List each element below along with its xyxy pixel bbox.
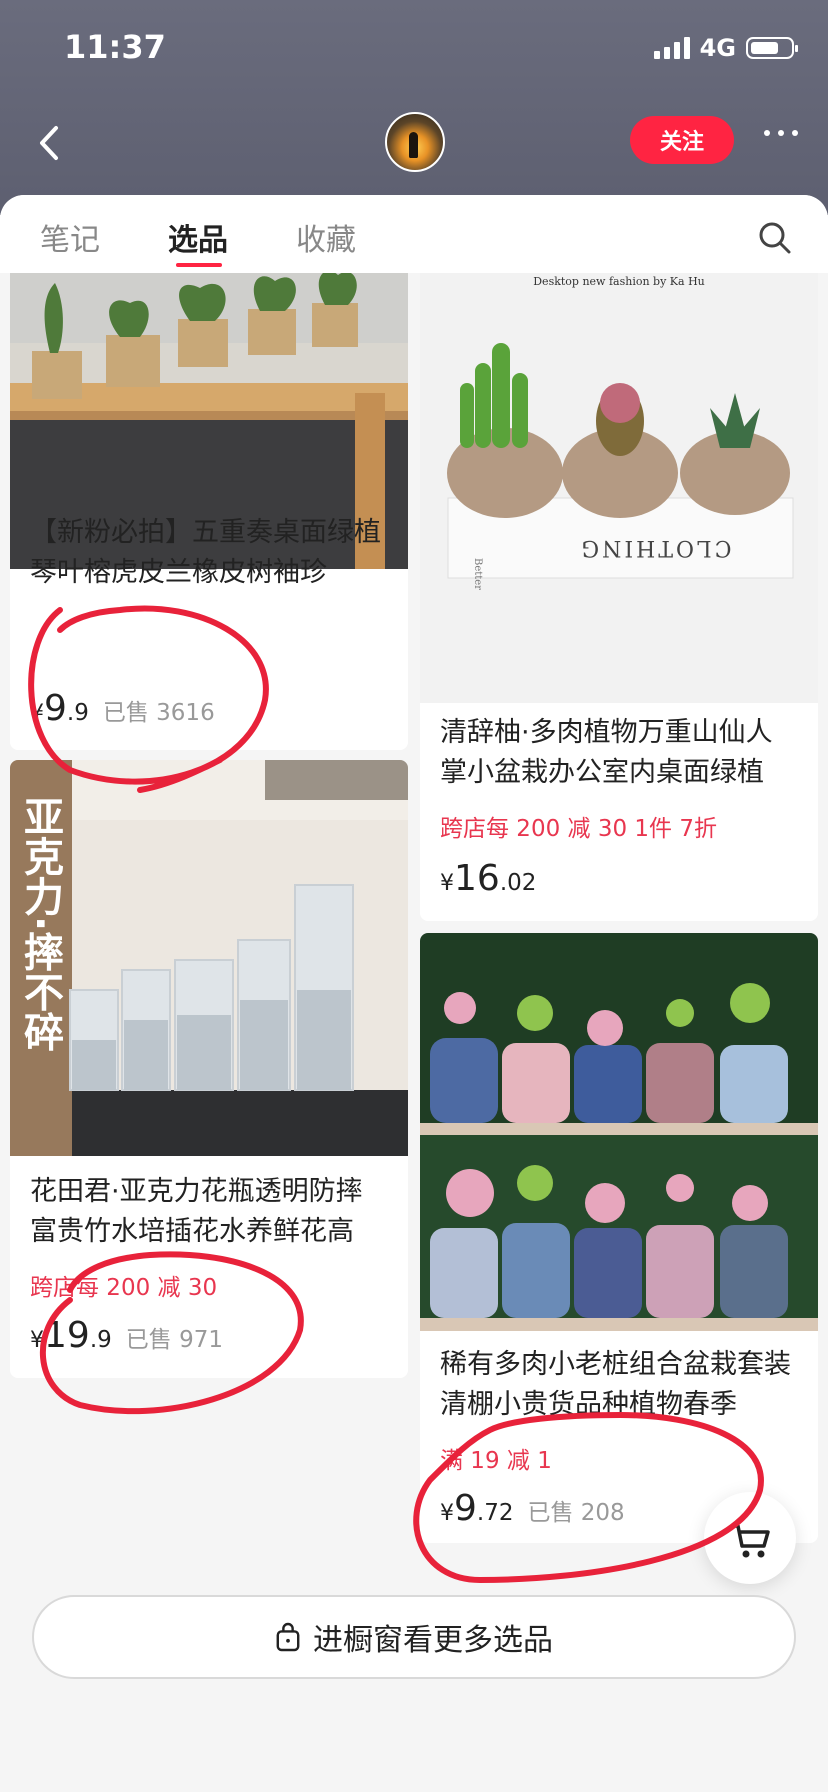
price-row: ¥ 16 .02 — [440, 858, 536, 899]
shopping-bag-icon — [276, 1622, 300, 1652]
price-integer: 19 — [44, 1315, 90, 1356]
network-label: 4G — [699, 34, 736, 62]
back-arrow-icon[interactable] — [30, 118, 70, 168]
product-title: 清辞柚·多肉植物万重山仙人掌小盆栽办公室内桌面绿植 — [440, 717, 773, 788]
avatar[interactable] — [385, 112, 445, 172]
price-row: ¥ 19 .9 已售 971 — [30, 1315, 223, 1356]
product-title: 【新粉必拍】五重奏桌面绿植琴叶榕虎皮兰橡皮树袖珍 — [30, 517, 381, 588]
battery-level — [751, 42, 778, 54]
price-integer: 9 — [44, 688, 67, 729]
follow-button[interactable]: 关注 — [630, 116, 734, 164]
price-integer: 16 — [454, 858, 500, 899]
product-image: Desktop new fashion by Ka Hu Better CLOT… — [420, 273, 818, 703]
search-icon[interactable] — [758, 221, 792, 255]
promo-text: 跨店每 200 减 30 1件 7折 — [440, 816, 717, 842]
signal-icon — [653, 37, 690, 59]
price-row: ¥ 9 .72 已售 208 — [440, 1488, 625, 1529]
promo-text: 满 19 减 1 — [440, 1448, 552, 1474]
price-decimal: .9 — [89, 1327, 112, 1353]
battery-icon — [746, 37, 798, 59]
product-image — [420, 933, 818, 1331]
price-row: ¥ 9 .9 已售 3616 — [30, 688, 215, 729]
status-time: 11:37 — [64, 28, 166, 66]
image-book-spine: Better — [472, 558, 483, 590]
view-more-showcase-button[interactable]: 进橱窗看更多选品 — [32, 1595, 796, 1679]
product-image: 亚克力·摔不碎 — [10, 760, 408, 1156]
active-tab-indicator — [176, 263, 222, 267]
tab-favorites[interactable]: 收藏 — [296, 215, 356, 259]
profile-header: 11:37 4G 关注 — [0, 0, 828, 215]
price-decimal: .72 — [476, 1500, 514, 1526]
status-indicators: 4G — [653, 34, 798, 62]
product-card[interactable]: 稀有多肉小老桩组合盆栽套装清棚小贵货品种植物春季 满 19 减 1 ¥ 9 .7… — [420, 933, 818, 1543]
more-options-icon[interactable] — [764, 130, 798, 136]
currency-symbol: ¥ — [440, 871, 454, 896]
promo-text: 跨店每 200 减 30 — [30, 1275, 218, 1301]
product-card[interactable]: 亚克力·摔不碎 花田君·亚克力花瓶透明防摔富贵竹水培插花水养鲜花高 跨店每 20… — [10, 760, 408, 1378]
product-title: 花田君·亚克力花瓶透明防摔富贵竹水培插花水养鲜花高 — [30, 1176, 363, 1247]
currency-symbol: ¥ — [30, 1328, 44, 1353]
image-book-title: CLOTHING — [579, 535, 732, 560]
view-more-label: 进橱窗看更多选品 — [313, 1623, 553, 1658]
image-banner-text: 亚克力·摔不碎 — [17, 796, 63, 1052]
cart-button[interactable] — [704, 1492, 796, 1584]
tab-bar: 笔记 选品 收藏 — [0, 195, 828, 273]
product-card[interactable]: 【新粉必拍】五重奏桌面绿植琴叶榕虎皮兰橡皮树袖珍 ¥ 9 .9 已售 3616 — [10, 273, 408, 750]
price-integer: 9 — [454, 1488, 477, 1529]
currency-symbol: ¥ — [30, 701, 44, 726]
price-decimal: .9 — [66, 700, 89, 726]
tab-notes[interactable]: 笔记 — [40, 215, 100, 259]
product-card[interactable]: Desktop new fashion by Ka Hu Better CLOT… — [420, 273, 818, 921]
cart-icon — [730, 1524, 770, 1558]
price-decimal: .02 — [499, 870, 537, 896]
tab-selected-products[interactable]: 选品 — [168, 215, 228, 259]
currency-symbol: ¥ — [440, 1501, 454, 1526]
sold-count: 已售 208 — [527, 1500, 625, 1526]
sold-count: 已售 971 — [125, 1327, 223, 1353]
image-header-text: Desktop new fashion by Ka Hu — [533, 275, 705, 288]
sold-count: 已售 3616 — [102, 700, 215, 726]
product-title: 稀有多肉小老桩组合盆栽套装清棚小贵货品种植物春季 — [440, 1349, 791, 1420]
